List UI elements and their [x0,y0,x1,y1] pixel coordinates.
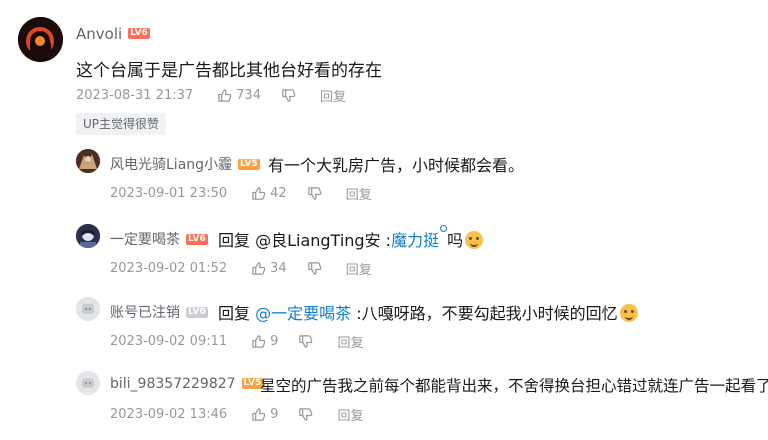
avatar[interactable] [76,224,100,248]
dislike-button[interactable] [298,334,317,349]
like-button[interactable]: 734 [217,88,261,103]
username[interactable]: 一定要喝茶 LV6 [110,229,208,249]
username-text[interactable]: Anvoli [76,25,122,43]
reply-text: 星空的广告我之前每个都能背出来，不舍得换台担心错过就连广告一起看了 [260,377,768,395]
default-avatar-icon [76,297,100,321]
username[interactable]: 账号已注销 LV0 [110,302,208,322]
dislike-button[interactable] [307,261,326,276]
thumbs-up-icon [252,408,266,421]
username-text[interactable]: 一定要喝茶 [110,232,180,248]
username-text[interactable]: 账号已注销 [110,305,180,321]
level-badge: LV0 [186,306,208,318]
like-button[interactable]: 9 [251,407,278,422]
username-text[interactable]: bili_98357229827 [110,376,236,392]
thumbs-up-icon [252,187,266,200]
level-badge: LV6 [186,233,208,245]
reply-meta: 2023-09-01 23:50 42 回复 [110,184,392,203]
level-badge: LV6 [128,28,150,39]
like-button[interactable]: 9 [251,334,278,349]
reply-button[interactable]: 回复 [337,332,363,351]
reply-text: 回复 @良LiangTing安 :魔力挺吗 [218,225,484,251]
username-text[interactable]: 风电光骑Liang小霾 [110,157,232,173]
thumbs-down-icon [299,335,313,348]
timestamp: 2023-08-31 21:37 [76,88,194,103]
doge-emoji-icon [619,303,638,322]
thumbs-up-icon [252,335,266,348]
like-button[interactable]: 42 [251,186,287,201]
username[interactable]: 风电光骑Liang小霾 LV5 [110,154,260,174]
reply-prefix: 回复 [218,304,256,323]
dislike-button[interactable] [298,407,317,422]
timestamp: 2023-09-02 13:46 [110,407,228,422]
timestamp: 2023-09-01 23:50 [110,186,228,201]
avatar[interactable] [76,371,100,395]
timestamp: 2023-09-02 09:11 [110,334,228,349]
reply-prefix: 回复 @良LiangTing安 : [218,231,392,250]
thumbs-down-icon [307,187,322,200]
reply-suffix: :八嘎呀路，不要勾起我小时候的回忆 [351,304,618,323]
doge-emoji-icon [465,230,484,249]
reply-text: 回复 @一定要喝茶 :八嘎呀路，不要勾起我小时候的回忆 [218,300,638,324]
thumbs-down-icon [307,262,322,275]
search-keyword-text[interactable]: 魔力挺 [391,231,439,250]
avatar-image [18,17,63,62]
like-count: 9 [270,407,279,422]
reply-meta: 2023-09-02 09:11 9 回复 [110,332,383,351]
thumbs-up-icon [218,89,232,102]
up-liked-badge: UP主觉得很赞 [76,113,167,135]
like-count: 734 [236,88,261,103]
thumbs-up-icon [252,262,266,275]
like-button[interactable]: 34 [251,261,287,276]
reply-button[interactable]: 回复 [337,405,363,424]
reply-button[interactable]: 回复 [346,184,372,203]
username[interactable]: bili_98357229827 LV5 [110,376,264,392]
timestamp: 2023-09-02 01:52 [110,261,228,276]
comment-meta: 2023-08-31 21:37 734 回复 [76,86,366,105]
comment-text: 这个台属于是广告都比其他台好看的存在 [76,61,382,81]
dislike-button[interactable] [307,186,326,201]
level-badge: LV5 [238,158,260,170]
avatar-image [76,224,100,248]
reply-suffix: 吗 [447,231,464,250]
avatar[interactable] [18,17,63,62]
reply-button[interactable]: 回复 [320,86,346,105]
reply-meta: 2023-09-02 13:46 9 回复 [110,405,383,424]
search-keyword-link[interactable]: 魔力挺 [391,225,448,250]
like-count: 34 [270,261,287,276]
avatar-image [76,149,100,173]
dislike-button[interactable] [281,88,300,103]
thumbs-down-icon [299,408,313,421]
default-avatar-icon [76,371,100,395]
username[interactable]: Anvoli LV6 [76,25,150,43]
avatar[interactable] [76,149,100,173]
mention-link[interactable]: @一定要喝茶 [255,304,351,323]
like-count: 9 [270,334,279,349]
thumbs-down-icon [282,89,296,102]
reply-meta: 2023-09-02 01:52 34 回复 [110,259,392,278]
reply-text: 有一个大乳房广告，小时候都会看。 [268,156,525,175]
reply-button[interactable]: 回复 [346,259,372,278]
like-count: 42 [270,186,287,201]
avatar[interactable] [76,297,100,321]
